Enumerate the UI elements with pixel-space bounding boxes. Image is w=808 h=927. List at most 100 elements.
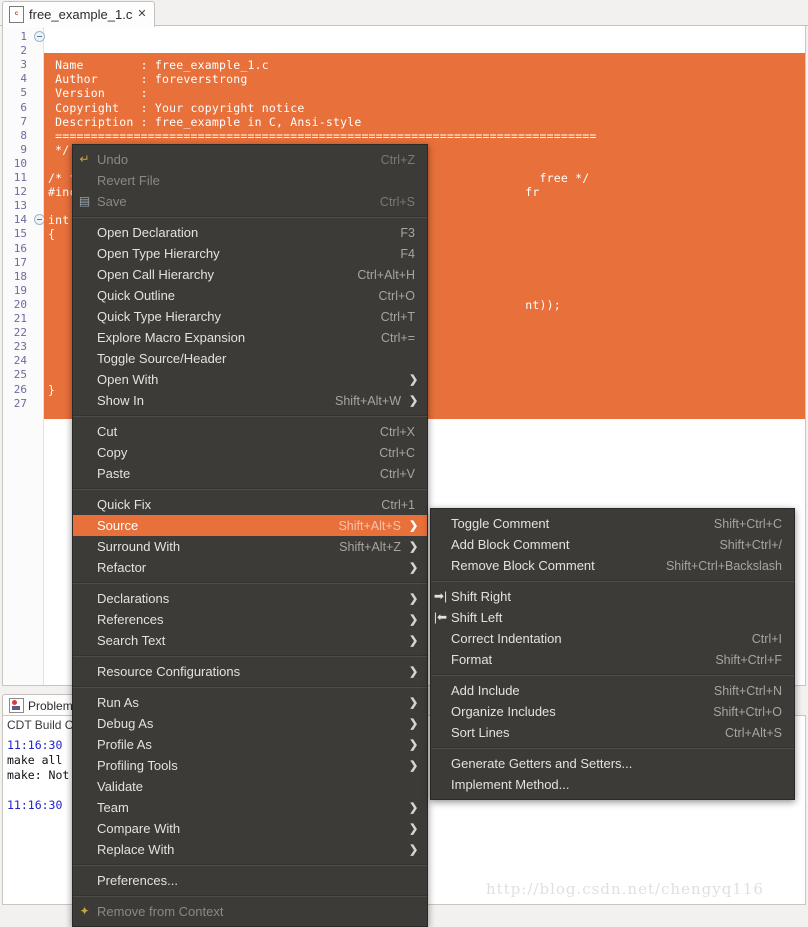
line-number-gutter: 1 2 3 4 5 6 7 8 9 10 11 12 13 14 15 16 17 18 19 20 21 22 23 24 2… [3,26,45,685]
menu-item-shortcut: Ctrl+V [379,466,415,481]
menu-item-shortcut: Ctrl+Z [380,152,415,167]
menu-item-show-in[interactable]: Show In Shift+Alt+W ❯ [73,390,427,411]
line-number: 14 [13,213,27,227]
menu-item-refactor[interactable]: Refactor ❯ [73,557,427,578]
menu-item-declarations[interactable]: Declarations ❯ [73,588,427,609]
editor-tab-free-example-1-c[interactable]: c free_example_1.c ✕ [2,1,155,27]
console-timestamp: 11:16:30 [7,798,63,812]
line-number: 11 [13,171,27,184]
menu-item-label: Open Type Hierarchy [97,246,220,261]
menu-item-quick-fix[interactable]: Quick Fix Ctrl+1 [73,494,427,515]
menu-item-open-type-hierarchy[interactable]: Open Type Hierarchy F4 [73,243,427,264]
code-line: { [48,227,56,242]
menu-item-preferences[interactable]: Preferences... [73,870,427,891]
tab-problems[interactable]: Problem [2,694,80,716]
menu-separator [73,582,427,584]
menu-item-replace-with[interactable]: Replace With ❯ [73,839,427,860]
menu-item-team[interactable]: Team ❯ [73,797,427,818]
menu-item-shortcut: Shift+Ctrl+F [715,652,782,667]
menu-item-open-declaration[interactable]: Open Declaration F3 [73,222,427,243]
console-output-line: make: Not [7,768,70,782]
menu-item-label: Remove Block Comment [451,558,595,573]
menu-item-shortcut: Ctrl+C [379,445,415,460]
menu-item-shortcut: Shift+Alt+Z [339,539,401,554]
line-number: 23 [13,340,27,354]
menu-item-label: Cut [97,424,118,439]
chevron-right-icon: ❯ [409,395,419,407]
chevron-right-icon: ❯ [409,635,419,647]
menu-item-undo: ↵ Undo Ctrl+Z [73,149,427,170]
bottom-panel-tabbar: Problem [2,694,80,716]
menu-item-validate[interactable]: Validate [73,776,427,797]
menu-item-toggle-source-header[interactable]: Toggle Source/Header [73,348,427,369]
code-line: /* [48,30,63,44]
menu-item-quick-outline[interactable]: Quick Outline Ctrl+O [73,285,427,306]
menu-item-sort-lines[interactable]: Sort Lines Ctrl+Alt+S [431,722,794,743]
line-number: 9 [20,142,27,156]
menu-item-label: Quick Type Hierarchy [97,309,222,324]
menu-item-organize-includes[interactable]: Organize Includes Shift+Ctrl+O [431,701,794,722]
editor-context-menu[interactable]: ↵ Undo Ctrl+Z Revert File ▤ Save Ctrl+S Open De… [72,144,428,927]
shift-left-icon: |⬅ [433,610,448,624]
menu-item-generate-getters-and-setters[interactable]: Generate Getters and Setters... [431,753,794,774]
menu-item-references[interactable]: References ❯ [73,609,427,630]
menu-item-open-with[interactable]: Open With ❯ [73,369,427,390]
menu-item-label: Resource Configurations [97,664,241,679]
code-line: Author : foreverstrong [48,72,248,87]
chevron-right-icon: ❯ [409,593,419,605]
menu-item-paste[interactable]: Paste Ctrl+V [73,463,427,484]
menu-item-copy[interactable]: Copy Ctrl+C [73,442,427,463]
menu-item-debug-as[interactable]: Debug As ❯ [73,713,427,734]
menu-item-profile-as[interactable]: Profile As ❯ [73,734,427,755]
menu-item-label: Search Text [97,633,166,648]
menu-item-correct-indentation[interactable]: Correct Indentation Ctrl+I [431,628,794,649]
chevron-right-icon: ❯ [409,666,419,678]
fold-toggle-icon[interactable] [34,31,45,42]
menu-item-resource-configurations[interactable]: Resource Configurations ❯ [73,661,427,682]
menu-item-implement-method[interactable]: Implement Method... [431,774,794,795]
problems-icon [9,698,24,713]
menu-item-label: Open Call Hierarchy [97,267,215,282]
menu-separator [73,216,427,218]
line-number: 27 [13,396,27,410]
menu-item-add-block-comment[interactable]: Add Block Comment Shift+Ctrl+/ [431,534,794,555]
menu-item-label: Preferences... [97,873,178,888]
menu-item-label: Team [97,800,129,815]
menu-item-label: Source [97,518,139,533]
menu-item-format[interactable]: Format Shift+Ctrl+F [431,649,794,670]
tab-problems-label: Problem [28,698,73,713]
menu-item-surround-with[interactable]: Surround With Shift+Alt+Z ❯ [73,536,427,557]
line-number: 21 [13,312,27,325]
menu-item-label: Quick Outline [97,288,176,303]
menu-separator [73,655,427,657]
chevron-right-icon: ❯ [409,697,419,709]
menu-item-remove-block-comment[interactable]: Remove Block Comment Shift+Ctrl+Backslash [431,555,794,576]
menu-item-run-as[interactable]: Run As ❯ [73,692,427,713]
menu-item-label: Correct Indentation [451,631,562,646]
menu-item-compare-with[interactable]: Compare With ❯ [73,818,427,839]
menu-item-label: Toggle Comment [451,516,550,531]
line-number: 17 [13,255,27,269]
menu-item-toggle-comment[interactable]: Toggle Comment Shift+Ctrl+C [431,513,794,534]
menu-item-open-call-hierarchy[interactable]: Open Call Hierarchy Ctrl+Alt+H [73,264,427,285]
chevron-right-icon: ❯ [409,374,419,386]
menu-item-label: Revert File [97,173,160,188]
menu-item-label: Run As [97,695,139,710]
menu-item-shift-left[interactable]: |⬅ Shift Left [431,607,794,628]
menu-separator [431,674,794,676]
source-submenu[interactable]: Toggle Comment Shift+Ctrl+C Add Block Comm… [430,508,795,800]
close-icon[interactable]: ✕ [137,9,146,20]
line-number: 26 [13,382,27,396]
chevron-right-icon: ❯ [409,739,419,751]
menu-item-shortcut: Ctrl+1 [381,497,415,512]
chevron-right-icon: ❯ [409,541,419,553]
menu-item-shift-right[interactable]: ➡| Shift Right [431,586,794,607]
menu-item-add-include[interactable]: Add Include Shift+Ctrl+N [431,680,794,701]
menu-item-source[interactable]: Source Shift+Alt+S ❯ [73,515,427,536]
editor-tab-label: free_example_1.c [29,7,133,22]
menu-item-profiling-tools[interactable]: Profiling Tools ❯ [73,755,427,776]
menu-item-cut[interactable]: Cut Ctrl+X [73,421,427,442]
menu-item-explore-macro-expansion[interactable]: Explore Macro Expansion Ctrl+= [73,327,427,348]
menu-item-quick-type-hierarchy[interactable]: Quick Type Hierarchy Ctrl+T [73,306,427,327]
menu-item-search-text[interactable]: Search Text ❯ [73,630,427,651]
